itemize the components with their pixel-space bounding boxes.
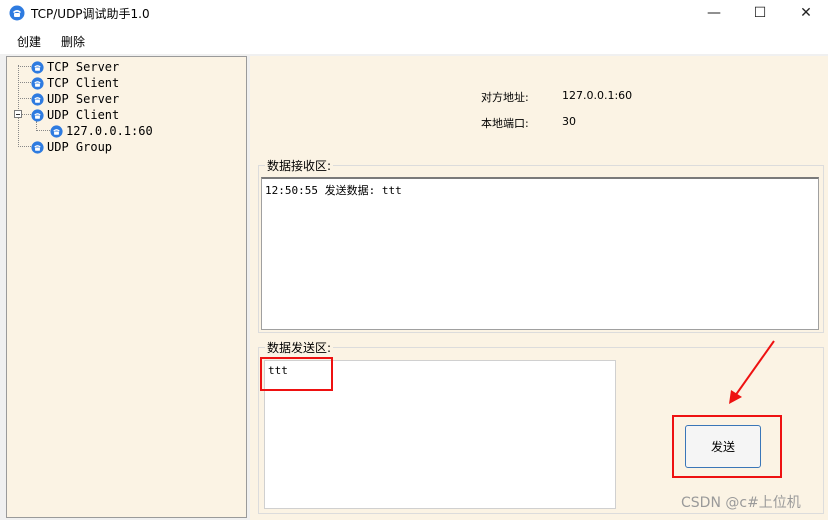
peer-address-value: 127.0.0.1:60	[562, 89, 633, 102]
connection-icon	[31, 92, 44, 106]
connection-icon	[50, 124, 63, 138]
app-icon	[9, 5, 25, 21]
tree-item-label: UDP Group	[47, 140, 113, 154]
window-title: TCP/UDP调试助手1.0	[31, 7, 150, 21]
close-button[interactable]: ✕	[783, 0, 828, 26]
tree-item-tcp-client[interactable]: TCP Client	[31, 75, 119, 91]
connection-icon	[31, 60, 44, 74]
send-group-title: 数据发送区:	[267, 341, 332, 355]
receive-group-title: 数据接收区:	[267, 159, 332, 173]
annotation-box-send-text	[260, 357, 333, 391]
collapse-toggle[interactable]	[14, 110, 22, 118]
menu-bar: 创建 删除	[0, 26, 828, 54]
connection-tree[interactable]: TCP Server TCP Client UDP Server UDP Cli…	[6, 56, 247, 518]
watermark: CSDN @c#上位机	[681, 495, 801, 511]
tree-connector	[18, 82, 31, 83]
tree-item-label: 127.0.0.1:60	[66, 124, 153, 138]
receive-textbox[interactable]: 12:50:55 发送数据: ttt	[261, 177, 819, 330]
tree-item-label: UDP Server	[47, 92, 120, 106]
tree-item-udp-group[interactable]: UDP Group	[31, 139, 112, 155]
tree-connector	[18, 98, 31, 99]
tree-connector	[18, 65, 19, 147]
connection-icon	[31, 76, 44, 90]
local-port-label: 本地端口:	[481, 117, 529, 130]
connection-icon	[31, 108, 44, 122]
tree-item-tcp-server[interactable]: TCP Server	[31, 59, 119, 75]
tree-item-connection-127-0-0-1[interactable]: 127.0.0.1:60	[50, 123, 153, 139]
tree-item-udp-server[interactable]: UDP Server	[31, 91, 119, 107]
peer-address-label: 对方地址:	[481, 91, 529, 104]
annotation-arrow-icon	[729, 340, 775, 404]
maximize-button[interactable]: ☐	[737, 0, 783, 26]
annotation-box-send-button	[672, 415, 782, 478]
tree-item-udp-client[interactable]: UDP Client	[31, 107, 119, 123]
minimize-button[interactable]: —	[691, 0, 737, 26]
tree-item-label: TCP Client	[47, 76, 120, 90]
tree-connector	[18, 146, 31, 147]
tree-item-label: TCP Server	[47, 60, 120, 74]
connection-icon	[31, 140, 44, 154]
tree-connector	[36, 130, 50, 131]
menu-item-delete[interactable]: 删除	[61, 33, 85, 50]
tree-item-label: UDP Client	[47, 108, 120, 122]
title-bar: TCP/UDP调试助手1.0 — ☐ ✕	[0, 0, 828, 26]
tree-connector	[22, 114, 31, 115]
tree-connector	[18, 66, 31, 67]
local-port-value: 30	[562, 115, 576, 128]
menu-item-create[interactable]: 创建	[17, 33, 41, 50]
